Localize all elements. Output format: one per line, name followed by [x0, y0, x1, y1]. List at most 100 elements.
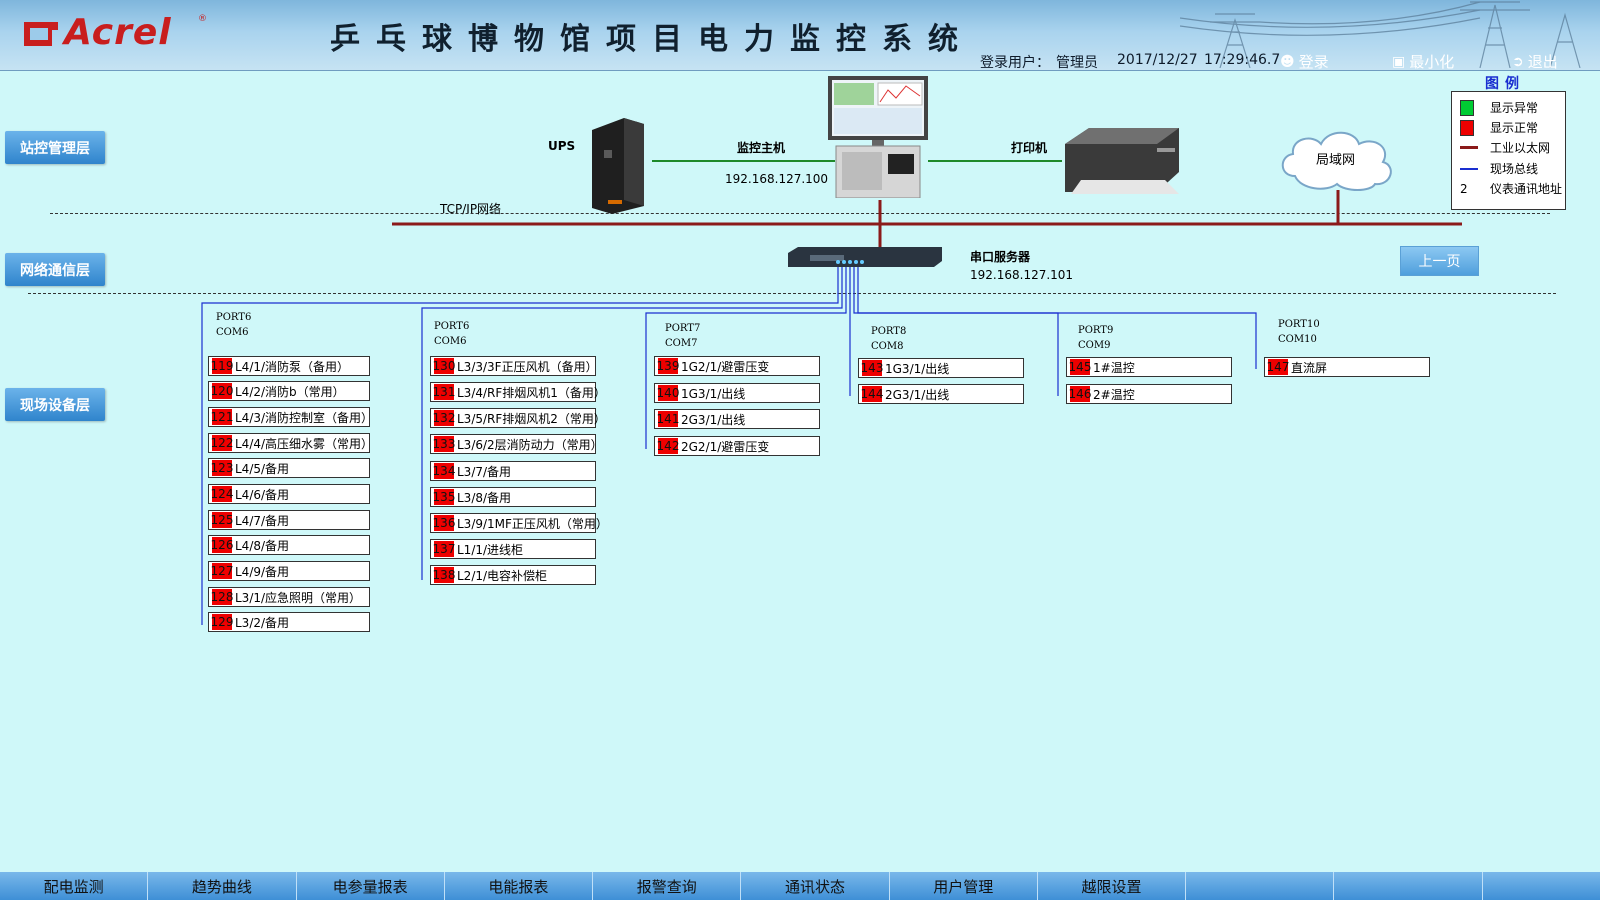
- device-row[interactable]: 126 L4/8/备用: [208, 535, 370, 555]
- device-row[interactable]: 139 1G2/1/避雷压变: [654, 356, 820, 376]
- device-name: 2G3/1/出线: [681, 412, 746, 427]
- device-name: 1G3/1/出线: [681, 386, 746, 401]
- device-name: L3/6/2层消防动力（常用）: [457, 437, 603, 452]
- device-name: L4/7/备用: [235, 513, 290, 528]
- device-name: 1G3/1/出线: [885, 361, 950, 376]
- address-badge: 119: [210, 358, 234, 374]
- address-badge: 135: [432, 489, 456, 505]
- legend-label: 仪表通讯地址: [1490, 182, 1563, 196]
- legend-label: 工业以太网: [1490, 141, 1551, 155]
- port-label: PORT6 COM6: [434, 319, 469, 349]
- device-name: L4/5/备用: [235, 461, 290, 476]
- port-label: PORT10 COM10: [1278, 317, 1320, 347]
- serial-server-icon: [788, 247, 942, 267]
- nav-parameter-report[interactable]: 电参量报表: [297, 872, 445, 900]
- port-label: PORT6 COM6: [216, 310, 251, 340]
- nav-empty-slot[interactable]: [1483, 872, 1600, 900]
- device-name: L3/3/3F正压风机（备用）: [457, 359, 598, 374]
- device-row[interactable]: 127 L4/9/备用: [208, 561, 370, 581]
- fieldbus-line-icon: [1460, 167, 1478, 170]
- address-badge: 139: [656, 358, 680, 374]
- nav-alarm-query[interactable]: 报警查询: [593, 872, 742, 900]
- address-badge: 127: [210, 563, 234, 579]
- device-row[interactable]: 125 L4/7/备用: [208, 510, 370, 530]
- address-badge: 122: [210, 435, 234, 451]
- serial-server-ip: 192.168.127.101: [970, 268, 1074, 282]
- device-row[interactable]: 133 L3/6/2层消防动力（常用）: [430, 434, 603, 454]
- address-badge: 126: [210, 537, 234, 553]
- device-row[interactable]: 123 L4/5/备用: [208, 458, 370, 478]
- address-badge: 128: [210, 589, 234, 605]
- normal-swatch-icon: [1460, 119, 1474, 136]
- device-name: L4/4/高压细水雾（常用）: [235, 436, 374, 451]
- prev-page-button[interactable]: 上一页: [1400, 246, 1479, 276]
- device-row[interactable]: 121 L4/3/消防控制室（备用）: [208, 407, 373, 427]
- device-row[interactable]: 136 L3/9/1MF正压风机（常用）: [430, 513, 608, 533]
- device-row[interactable]: 134 L3/7/备用: [430, 461, 596, 481]
- device-row[interactable]: 146 2#温控: [1066, 384, 1232, 404]
- device-row[interactable]: 124 L4/6/备用: [208, 484, 370, 504]
- device-name: 2G2/1/避雷压变: [681, 439, 770, 454]
- nav-energy-report[interactable]: 电能报表: [445, 872, 594, 900]
- address-badge: 145: [1068, 359, 1092, 375]
- address-badge: 130: [432, 358, 456, 374]
- device-row[interactable]: 137 L1/1/进线柜: [430, 539, 596, 559]
- com-name: COM10: [1278, 334, 1317, 345]
- device-name: L2/1/电容补偿柜: [457, 568, 548, 583]
- address-badge: 136: [432, 515, 456, 531]
- address-badge: 134: [432, 463, 456, 479]
- tcpip-network-label: TCP/IP网络: [440, 202, 502, 216]
- device-row[interactable]: 144 2G3/1/出线: [858, 384, 1024, 404]
- device-name: L4/2/消防b（常用）: [235, 384, 345, 399]
- device-name: 直流屏: [1291, 360, 1328, 375]
- com-name: COM7: [665, 338, 698, 349]
- nav-distribution-monitoring[interactable]: 配电监测: [0, 872, 149, 900]
- nav-limit-settings[interactable]: 越限设置: [1038, 872, 1187, 900]
- com-name: COM6: [216, 327, 249, 338]
- port-name: PORT6: [434, 321, 470, 332]
- device-name: 2#温控: [1093, 387, 1135, 402]
- address-badge: 144: [860, 386, 884, 402]
- monitoring-host-icon: [828, 76, 928, 198]
- ethernet-line-icon: [1460, 146, 1478, 149]
- device-row[interactable]: 145 1#温控: [1066, 357, 1232, 377]
- port-label: PORT9 COM9: [1078, 323, 1113, 353]
- device-row[interactable]: 132 L3/5/RF排烟风机2（常用）: [430, 408, 606, 428]
- device-row[interactable]: 147 直流屏: [1264, 357, 1430, 377]
- legend-item: 2 仪表通讯地址: [1460, 180, 1562, 197]
- device-row[interactable]: 120 L4/2/消防b（常用）: [208, 381, 370, 401]
- address-badge: 120: [210, 383, 234, 399]
- device-row[interactable]: 122 L4/4/高压细水雾（常用）: [208, 433, 374, 453]
- nav-trend-curve[interactable]: 趋势曲线: [148, 872, 297, 900]
- device-name: L3/2/备用: [235, 615, 290, 630]
- address-badge: 137: [432, 541, 456, 557]
- address-badge: 147: [1266, 359, 1290, 375]
- device-name: L4/8/备用: [235, 538, 290, 553]
- printer-label: 打印机: [1011, 141, 1048, 155]
- nav-empty-slot[interactable]: [1334, 872, 1483, 900]
- device-row[interactable]: 130 L3/3/3F正压风机（备用）: [430, 356, 598, 376]
- address-badge: 132: [432, 410, 456, 426]
- nav-user-management[interactable]: 用户管理: [890, 872, 1038, 900]
- device-name: L4/9/备用: [235, 564, 290, 579]
- device-row[interactable]: 143 1G3/1/出线: [858, 358, 1024, 378]
- nav-empty-slot[interactable]: [1186, 872, 1335, 900]
- device-row[interactable]: 128 L3/1/应急照明（常用）: [208, 587, 370, 607]
- nav-comm-status[interactable]: 通讯状态: [741, 872, 890, 900]
- device-row[interactable]: 141 2G3/1/出线: [654, 409, 820, 429]
- device-row[interactable]: 138 L2/1/电容补偿柜: [430, 565, 596, 585]
- address-badge: 123: [210, 460, 234, 476]
- monitoring-host-label: 监控主机: [737, 141, 786, 155]
- device-row[interactable]: 131 L3/4/RF排烟风机1（备用）: [430, 382, 606, 402]
- device-row[interactable]: 135 L3/8/备用: [430, 487, 596, 507]
- address-badge: 124: [210, 486, 234, 502]
- printer-icon: [1065, 128, 1179, 194]
- legend-item: 现场总线: [1460, 160, 1538, 177]
- device-row[interactable]: 140 1G3/1/出线: [654, 383, 820, 403]
- device-row[interactable]: 119 L4/1/消防泵（备用）: [208, 356, 370, 376]
- legend-label: 显示正常: [1490, 121, 1539, 135]
- device-row[interactable]: 142 2G2/1/避雷压变: [654, 436, 820, 456]
- device-row[interactable]: 129 L3/2/备用: [208, 612, 370, 632]
- device-name: L3/9/1MF正压风机（常用）: [457, 516, 608, 531]
- port-name: PORT9: [1078, 325, 1114, 336]
